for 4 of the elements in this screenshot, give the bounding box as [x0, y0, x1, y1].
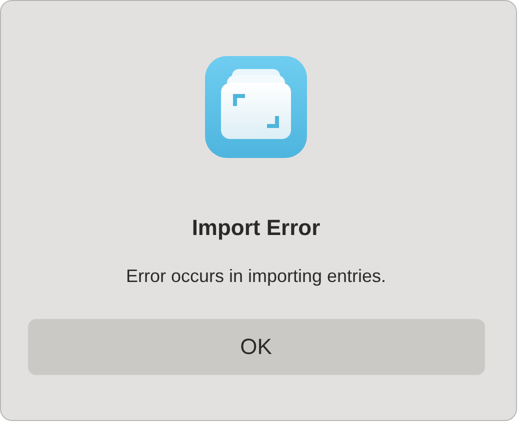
app-icon	[204, 55, 308, 159]
ok-button[interactable]: OK	[28, 319, 484, 375]
dialog-message: Error occurs in importing entries.	[126, 266, 386, 287]
dialog-title: Import Error	[192, 215, 320, 241]
